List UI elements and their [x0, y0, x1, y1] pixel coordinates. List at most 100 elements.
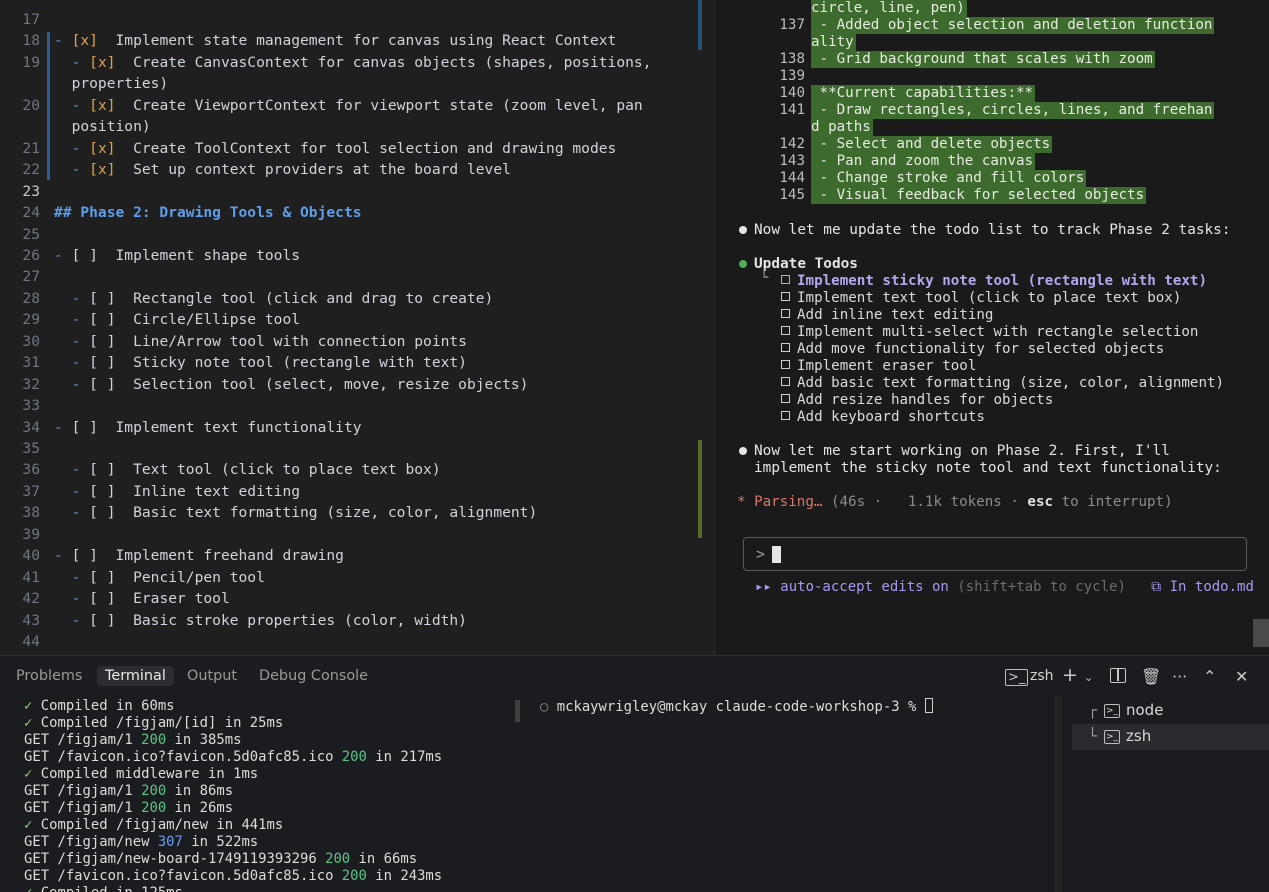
second-terminal[interactable]: ○ mckaywrigley@mckay claude-code-worksho…: [540, 698, 933, 715]
line-number: 19: [22, 53, 40, 71]
more-actions-icon[interactable]: ···: [1172, 667, 1187, 686]
message-bullet: [739, 226, 747, 234]
trash-icon[interactable]: 🗑: [1141, 667, 1161, 686]
assistant-message-2-line1: Now let me start working on Phase 2. Fir…: [754, 443, 1170, 459]
diff-line: 141 - Draw rectangles, circles, lines, a…: [715, 102, 1269, 119]
tab-output[interactable]: Output: [179, 666, 245, 686]
checkbox-icon: [781, 377, 790, 386]
diff-line-number: 138: [779, 51, 805, 67]
checkbox-icon: [781, 326, 790, 335]
todo-item: Implement multi-select with rectangle se…: [781, 324, 1198, 341]
diff-added-text: - Added object selection and deletion fu…: [811, 17, 1215, 34]
line-text: - [ ] Pencil/pen tool: [54, 568, 265, 586]
line-number: 41: [22, 568, 40, 586]
line-text: - [ ] Circle/Ellipse tool: [54, 311, 301, 329]
new-terminal-plus-icon[interactable]: +: [1062, 664, 1078, 686]
todo-item-active: Implement sticky note tool (rectangle wi…: [781, 273, 1207, 290]
line-number: 22: [22, 161, 40, 179]
diff-line-number: 140: [779, 85, 805, 101]
line-text: - [x] Create CanvasContext for canvas ob…: [54, 53, 652, 71]
claude-code-pane[interactable]: circle, line, pen) 137 - Added object sel…: [714, 0, 1269, 655]
terminal-line: GET /favicon.ico?favicon.5d0afc85.ico 20…: [24, 749, 443, 765]
prompt-input[interactable]: >: [743, 537, 1247, 571]
tree-branch-icon: └: [760, 270, 769, 286]
diff-line-number: 139: [779, 68, 805, 84]
diff-line: 139: [715, 68, 1269, 85]
line-number: 34: [22, 418, 40, 436]
terminal-line: ✓ Compiled in 60ms: [24, 698, 175, 714]
todo-label: Add keyboard shortcuts: [797, 409, 985, 425]
bottom-panel: Problems Terminal Output Debug Console >…: [0, 655, 1269, 892]
todo-item: Add inline text editing: [781, 307, 993, 324]
line-number: 17: [22, 11, 40, 28]
todo-status-bullet: [739, 260, 747, 268]
shell-name[interactable]: zsh: [1030, 668, 1054, 684]
tab-terminal[interactable]: Terminal: [97, 666, 174, 686]
checkbox-icon: [781, 275, 790, 284]
assistant-message-1: Now let me update the todo list to track…: [754, 222, 1231, 238]
diff-added-text: d paths: [811, 119, 873, 136]
prompt-circle-icon: ○: [540, 699, 557, 715]
diff-line-number: 141: [779, 102, 805, 118]
diff-added-text: - Visual feedback for selected objects: [811, 187, 1147, 204]
todo-label: Add inline text editing: [797, 307, 994, 323]
terminal-list-divider[interactable]: [1054, 696, 1062, 892]
line-number: 18: [22, 32, 40, 50]
terminal-split-divider[interactable]: [514, 696, 521, 892]
line-text: - [ ] Text tool (click to place text box…: [54, 461, 441, 479]
terminal-line: ✓ Compiled /figjam/[id] in 25ms: [24, 715, 284, 731]
terminal-line: GET /figjam/new 307 in 522ms: [24, 834, 259, 850]
line-text: - [ ] Eraser tool: [54, 590, 230, 608]
split-terminal-icon[interactable]: [1110, 668, 1126, 683]
diff-line-number: 142: [779, 136, 805, 152]
todo-item: Implement eraser tool: [781, 358, 976, 375]
diff-line: 138 - Grid background that scales with z…: [715, 51, 1269, 68]
diff-line-number: 144: [779, 170, 805, 186]
line-number: 42: [22, 590, 40, 608]
terminal-item-zsh[interactable]: └ >_ zsh: [1072, 724, 1269, 750]
mode-status-line: ▸▸ auto-accept edits on (shift+tab to cy…: [755, 579, 1254, 595]
gutter-modified-marker: [47, 32, 50, 180]
close-icon[interactable]: ✕: [1235, 667, 1248, 686]
diff-added-text: - Draw rectangles, circles, lines, and f…: [811, 102, 1215, 119]
todo-label: Implement multi-select with rectangle se…: [797, 324, 1199, 340]
terminal-list: ┌ >_ node └ >_ zsh: [1072, 698, 1269, 892]
line-number: 35: [22, 440, 40, 457]
editor-pane[interactable]: 17 18 - [x] Implement state management for…: [0, 0, 714, 655]
line-number: 30: [22, 332, 40, 350]
tab-problems[interactable]: Problems: [8, 666, 90, 686]
diff-line: d paths: [715, 119, 1269, 136]
line-number: 33: [22, 397, 40, 415]
checkbox-icon: [781, 411, 790, 420]
maximize-panel-icon[interactable]: ⌃: [1203, 667, 1216, 686]
diff-line: 144 - Change stroke and fill colors: [715, 170, 1269, 187]
terminal-icon: >_: [1005, 669, 1029, 686]
checkbox-icon: [781, 343, 790, 352]
terminal-line: GET /figjam/1 200 in 86ms: [24, 783, 234, 799]
line-text: - [ ] Sticky note tool (rectangle with t…: [54, 354, 467, 372]
line-number: 24: [22, 204, 40, 222]
diff-line: 137 - Added object selection and deletio…: [715, 17, 1269, 34]
line-number: 29: [22, 311, 40, 329]
line-text: - [ ] Implement text functionality: [54, 418, 362, 436]
line-text: - [ ] Basic text formatting (size, color…: [54, 504, 538, 522]
tab-debug-console[interactable]: Debug Console: [251, 666, 376, 686]
terminal-line: GET /figjam/new-board-1749119393296 200 …: [24, 851, 418, 867]
line-number: 26: [22, 246, 40, 264]
terminal-line: GET /favicon.ico?favicon.5d0afc85.ico 20…: [24, 868, 443, 884]
terminal-item-node[interactable]: ┌ >_ node: [1072, 698, 1269, 724]
line-number: 32: [22, 375, 40, 393]
terminal-line: GET /figjam/1 200 in 26ms: [24, 800, 234, 816]
line-number: 43: [22, 611, 40, 629]
line-number: 37: [22, 482, 40, 500]
line-text: - [x] Create ToolContext for tool select…: [54, 139, 617, 157]
update-todos-title: Update Todos: [754, 256, 858, 272]
scrollbar-thumb[interactable]: [1253, 619, 1269, 647]
line-text: - [ ] Implement freehand drawing: [54, 547, 344, 565]
line-text: - [ ] Selection tool (select, move, resi…: [54, 375, 529, 393]
diff-line: circle, line, pen): [715, 0, 1269, 17]
diff-added-text: **Current capabilities:**: [811, 85, 1036, 102]
chevron-down-icon[interactable]: ⌄: [1084, 671, 1093, 684]
checkbox-icon: [781, 309, 790, 318]
line-number: 40: [22, 547, 40, 565]
